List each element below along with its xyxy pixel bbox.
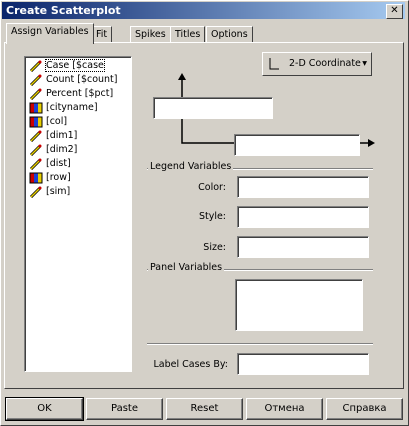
label-cases-label: Label Cases By: bbox=[153, 359, 228, 370]
paste-button-label: Paste bbox=[111, 403, 138, 414]
y-axis-field[interactable] bbox=[153, 97, 273, 119]
reset-button[interactable]: Reset bbox=[166, 398, 243, 420]
tab-spikes[interactable]: Spikes bbox=[130, 26, 171, 43]
cancel-button-label: Отмена bbox=[264, 403, 305, 414]
variable-label: [col] bbox=[46, 116, 68, 127]
scale-variable-icon bbox=[29, 130, 42, 142]
tab-fit-label: Fit bbox=[96, 29, 108, 40]
tab-titles[interactable]: Titles bbox=[170, 26, 206, 43]
list-item[interactable]: [cityname] bbox=[29, 101, 98, 114]
close-icon: ✕ bbox=[390, 5, 399, 16]
variable-label: [dist] bbox=[46, 158, 71, 169]
list-item[interactable]: Case [$case bbox=[29, 59, 105, 72]
help-button[interactable]: Справка bbox=[326, 398, 403, 420]
scale-variable-icon bbox=[29, 144, 42, 156]
window-title: Create Scatterplot bbox=[6, 4, 121, 17]
variable-label: [sim] bbox=[46, 186, 71, 197]
scale-variable-icon bbox=[29, 158, 42, 170]
variable-label: [dim2] bbox=[46, 144, 78, 155]
list-item[interactable]: [col] bbox=[29, 115, 67, 128]
x-axis-field[interactable] bbox=[234, 134, 360, 156]
tab-options-label: Options bbox=[211, 29, 248, 40]
reset-button-label: Reset bbox=[190, 403, 219, 414]
title-bar[interactable]: Create Scatterplot ✕ bbox=[2, 2, 405, 19]
list-item[interactable]: [dim2] bbox=[29, 143, 77, 156]
style-field[interactable] bbox=[237, 206, 369, 228]
ok-button-label: OK bbox=[37, 403, 52, 414]
paste-button[interactable]: Paste bbox=[86, 398, 163, 420]
tab-spikes-label: Spikes bbox=[135, 29, 166, 40]
list-item[interactable]: Count [$count] bbox=[29, 73, 118, 86]
list-item[interactable]: [dim1] bbox=[29, 129, 77, 142]
color-field[interactable] bbox=[237, 176, 369, 198]
tab-assign-variables-label: Assign Variables bbox=[11, 26, 89, 37]
list-item[interactable]: [row] bbox=[29, 171, 71, 184]
size-field[interactable] bbox=[237, 236, 369, 258]
nominal-variable-icon bbox=[29, 102, 43, 113]
variable-label: Count [$count] bbox=[46, 74, 118, 85]
scale-variable-icon bbox=[29, 60, 42, 72]
nominal-variable-icon bbox=[29, 172, 43, 183]
tab-assign-variables[interactable]: Assign Variables bbox=[6, 23, 94, 44]
scale-variable-icon bbox=[29, 74, 42, 86]
legend-variables-heading: Legend Variables bbox=[148, 161, 234, 172]
scale-variable-icon bbox=[29, 88, 42, 100]
cancel-button[interactable]: Отмена bbox=[246, 398, 323, 420]
tab-fit[interactable]: Fit bbox=[91, 26, 113, 43]
help-button-label: Справка bbox=[342, 403, 387, 414]
coordinate-axes-icon bbox=[269, 58, 279, 70]
nominal-variable-icon bbox=[29, 116, 43, 127]
tab-options[interactable]: Options bbox=[206, 26, 253, 43]
label-cases-field[interactable] bbox=[237, 353, 369, 375]
scale-variable-icon bbox=[29, 186, 42, 198]
ok-button[interactable]: OK bbox=[5, 397, 84, 421]
label-cases-divider bbox=[147, 343, 373, 345]
panel-variables-heading: Panel Variables bbox=[148, 262, 225, 273]
list-item[interactable]: Percent [$pct] bbox=[29, 87, 113, 100]
size-label: Size: bbox=[203, 242, 226, 253]
variable-list[interactable]: Case [$case Count [$count] Percent [$pct… bbox=[24, 56, 132, 372]
color-label: Color: bbox=[198, 182, 226, 193]
variable-label: Case [$case bbox=[45, 59, 105, 72]
variable-label: [row] bbox=[46, 172, 71, 183]
panel-variables-field[interactable] bbox=[235, 279, 363, 331]
close-button[interactable]: ✕ bbox=[386, 4, 403, 19]
list-item[interactable]: [sim] bbox=[29, 185, 70, 198]
style-label: Style: bbox=[198, 211, 226, 222]
variable-label: [dim1] bbox=[46, 130, 78, 141]
list-item[interactable]: [dist] bbox=[29, 157, 71, 170]
variable-label: [cityname] bbox=[46, 102, 98, 113]
variable-label: Percent [$pct] bbox=[46, 88, 114, 99]
tab-titles-label: Titles bbox=[175, 29, 201, 40]
